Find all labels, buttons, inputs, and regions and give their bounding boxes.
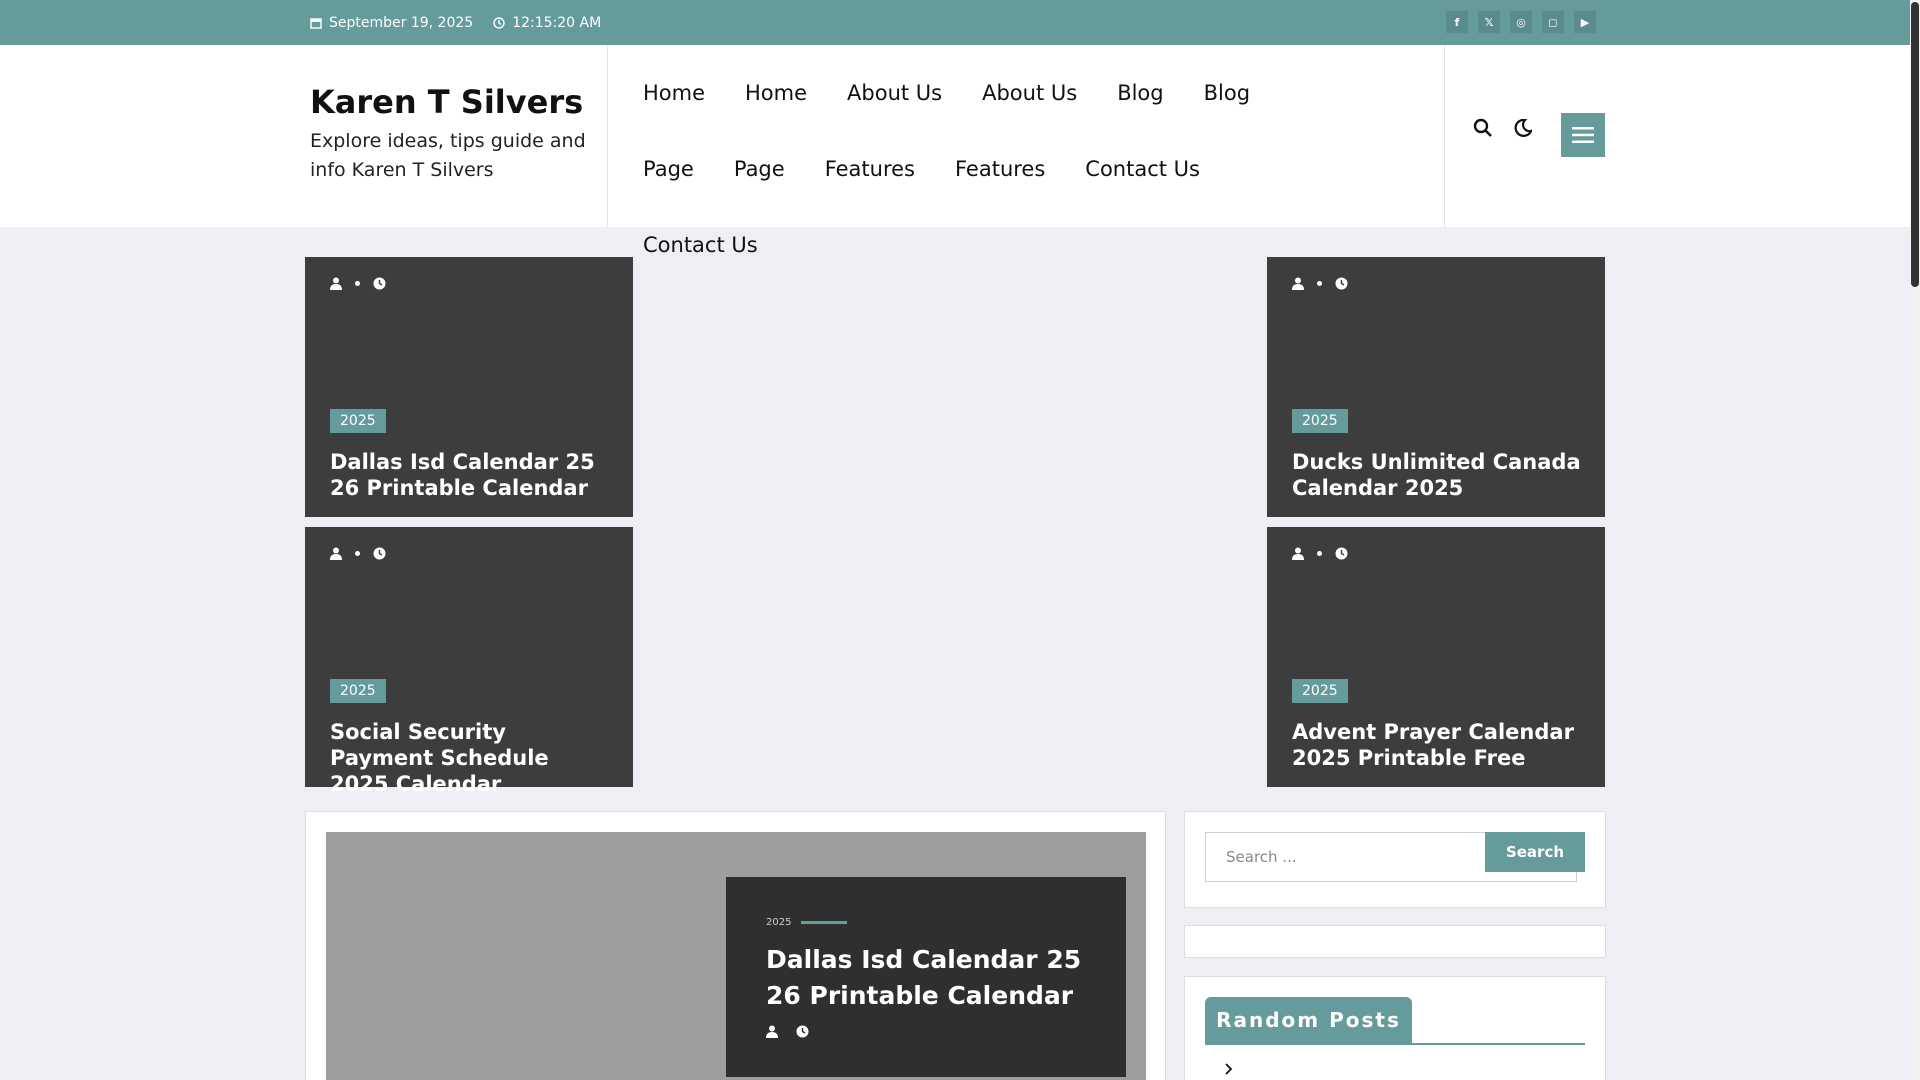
clock-icon bbox=[373, 547, 386, 560]
clock-icon bbox=[493, 16, 505, 29]
hamburger-icon bbox=[1572, 127, 1594, 143]
user-icon bbox=[330, 547, 342, 560]
current-time: 12:15:20 AM bbox=[512, 14, 602, 31]
empty-widget bbox=[1184, 925, 1606, 958]
post-meta bbox=[1292, 547, 1348, 560]
search-button[interactable]: Search bbox=[1485, 832, 1585, 872]
post-tile[interactable]: 2025 Advent Prayer Calendar 2025 Printab… bbox=[1267, 527, 1605, 787]
post-tile[interactable]: 2025 Dallas Isd Calendar 25 26 Printable… bbox=[305, 257, 633, 517]
post-title[interactable]: Dallas Isd Calendar 25 26 Printable Cale… bbox=[330, 449, 613, 501]
nav-item-features[interactable]: Features bbox=[955, 143, 1045, 219]
post-title[interactable]: Advent Prayer Calendar 2025 Printable Fr… bbox=[1292, 719, 1585, 771]
featured-title[interactable]: Dallas Isd Calendar 25 26 Printable Cale… bbox=[766, 942, 1106, 1014]
category-badge[interactable]: 2025 bbox=[330, 409, 386, 433]
nav-item-page[interactable]: Page bbox=[643, 143, 694, 219]
nav-item-home[interactable]: Home bbox=[745, 67, 807, 143]
youtube-icon[interactable]: ▶ bbox=[1574, 11, 1596, 33]
post-meta bbox=[1292, 277, 1348, 290]
site-tagline: Explore ideas, tips guide and info Karen… bbox=[310, 130, 586, 181]
nav-item-about-us[interactable]: About Us bbox=[847, 67, 942, 143]
site-title[interactable]: Karen T Silvers bbox=[310, 83, 600, 121]
post-meta bbox=[330, 277, 386, 290]
user-icon bbox=[766, 1025, 778, 1038]
social-links: f 𝕏 ◎ ◻ ▶ bbox=[1446, 11, 1606, 33]
x-icon[interactable]: 𝕏 bbox=[1478, 11, 1500, 33]
category-badge[interactable]: 2025 bbox=[1292, 409, 1348, 433]
site-header: Karen T Silvers Explore ideas, tips guid… bbox=[0, 45, 1910, 257]
random-posts-title: Random Posts bbox=[1205, 997, 1412, 1043]
search-icon[interactable] bbox=[1470, 115, 1496, 141]
category-underline bbox=[801, 921, 848, 924]
featured-category: 2025 bbox=[766, 917, 848, 928]
user-icon bbox=[1292, 277, 1304, 290]
featured-post-card: 2025 Dallas Isd Calendar 25 26 Printable… bbox=[305, 811, 1166, 1080]
user-icon bbox=[330, 277, 342, 290]
post-tile[interactable]: 2025 Ducks Unlimited Canada Calendar 202… bbox=[1267, 257, 1605, 517]
calendar-icon bbox=[310, 17, 322, 29]
date-display: September 19, 2025 bbox=[310, 15, 473, 31]
search-widget: Search ... Search bbox=[1184, 811, 1606, 908]
nav-item-blog[interactable]: Blog bbox=[1117, 67, 1163, 143]
user-icon bbox=[1292, 547, 1304, 560]
offcanvas-menu-button[interactable] bbox=[1561, 113, 1605, 157]
instagram-icon[interactable]: ◻ bbox=[1542, 11, 1564, 33]
random-posts-widget: Random Posts bbox=[1184, 976, 1606, 1080]
dribbble-icon[interactable]: ◎ bbox=[1510, 11, 1532, 33]
nav-item-page[interactable]: Page bbox=[734, 143, 785, 219]
category-label[interactable]: 2025 bbox=[766, 917, 791, 928]
nav-item-features[interactable]: Features bbox=[825, 143, 915, 219]
current-date: September 19, 2025 bbox=[329, 14, 474, 31]
category-badge[interactable]: 2025 bbox=[1292, 679, 1348, 703]
post-meta bbox=[330, 547, 386, 560]
chevron-right-icon bbox=[1225, 1063, 1233, 1075]
time-display: 12:15:20 AM bbox=[493, 15, 601, 31]
nav-item-blog[interactable]: Blog bbox=[1204, 67, 1250, 143]
scrollbar[interactable] bbox=[1910, 0, 1920, 1080]
scrollbar-thumb[interactable] bbox=[1911, 2, 1919, 287]
random-posts-underline bbox=[1205, 1043, 1585, 1045]
nav-item-contact-us[interactable]: Contact Us bbox=[1085, 143, 1200, 219]
nav-item-contact-us[interactable]: Contact Us bbox=[643, 219, 758, 295]
post-title[interactable]: Social Security Payment Schedule 2025 Ca… bbox=[330, 719, 613, 797]
clock-icon bbox=[373, 277, 386, 290]
facebook-icon[interactable]: f bbox=[1446, 11, 1468, 33]
header-tools bbox=[1470, 115, 1550, 141]
post-tile[interactable]: 2025 Social Security Payment Schedule 20… bbox=[305, 527, 633, 796]
featured-post-box: 2025 Dallas Isd Calendar 25 26 Printable… bbox=[726, 877, 1126, 1077]
main-nav: Home Home About Us About Us Blog Blog Pa… bbox=[643, 67, 1343, 295]
top-bar: September 19, 2025 12:15:20 AM f 𝕏 ◎ ◻ ▶ bbox=[0, 0, 1910, 45]
clock-icon bbox=[1335, 277, 1348, 290]
header-divider bbox=[1444, 45, 1445, 227]
top-bar-meta: September 19, 2025 12:15:20 AM bbox=[310, 0, 621, 45]
clock-icon bbox=[796, 1025, 809, 1038]
clock-icon bbox=[1335, 547, 1348, 560]
post-title[interactable]: Ducks Unlimited Canada Calendar 2025 bbox=[1292, 449, 1585, 501]
site-branding: Karen T Silvers Explore ideas, tips guid… bbox=[310, 83, 600, 185]
dark-mode-toggle-icon[interactable] bbox=[1510, 115, 1536, 141]
header-divider bbox=[607, 45, 608, 227]
featured-meta bbox=[766, 1025, 809, 1038]
nav-item-home[interactable]: Home bbox=[643, 67, 705, 143]
category-badge[interactable]: 2025 bbox=[330, 679, 386, 703]
nav-item-about-us[interactable]: About Us bbox=[982, 67, 1077, 143]
